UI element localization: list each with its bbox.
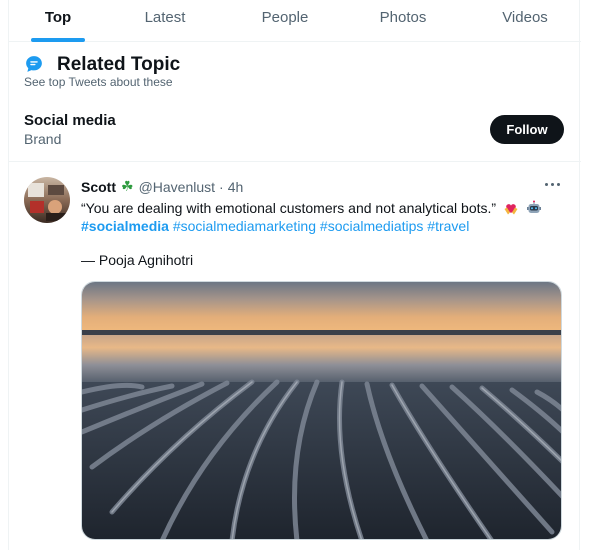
related-topic-title: Related Topic	[57, 54, 181, 75]
tab-top[interactable]: Top	[23, 0, 93, 42]
tweet-quote: “You are dealing with emotional customer…	[81, 200, 497, 216]
hashtag-link[interactable]: #socialmediatips	[320, 218, 424, 234]
hashtag-link[interactable]: #travel	[427, 218, 469, 234]
tab-label: Photos	[379, 8, 427, 26]
tab-label: Videos	[502, 8, 548, 26]
topic-row-social-media[interactable]: Social media Brand Follow	[9, 100, 581, 162]
topic-name[interactable]: Social media	[24, 112, 116, 129]
tweet-media-image[interactable]	[81, 281, 562, 540]
related-topic-header: Related Topic See top Tweets about these	[23, 52, 563, 92]
more-options-icon[interactable]	[545, 179, 563, 189]
hashtag-link[interactable]: #socialmediamarketing	[173, 218, 316, 234]
tweet-timestamp[interactable]: 4h	[228, 179, 244, 195]
heart-hands-icon	[504, 204, 518, 215]
tweet-header: Scott ☘ @Havenlust · 4h	[81, 178, 243, 195]
tab-people[interactable]: People	[245, 0, 325, 42]
quote-author: — Pooja Agnihotri	[81, 252, 194, 268]
tab-videos[interactable]: Videos	[485, 0, 565, 42]
topic-category: Brand	[24, 131, 62, 147]
related-topic-subtitle: See top Tweets about these	[24, 75, 173, 89]
follow-button[interactable]: Follow	[490, 115, 564, 144]
tab-label: People	[261, 8, 309, 26]
tab-latest[interactable]: Latest	[125, 0, 205, 42]
shamrock-icon: ☘	[121, 178, 134, 194]
robot-icon	[526, 200, 541, 213]
beach-sunset-image	[82, 282, 561, 539]
search-tabs: Top Latest People Photos Videos	[9, 0, 581, 42]
tweet[interactable]: Scott ☘ @Havenlust · 4h “You are dealing…	[9, 163, 581, 550]
hashtag-link[interactable]: #socialmedia	[81, 218, 169, 234]
tweet-text: “You are dealing with emotional customer…	[81, 198, 571, 218]
timeline-column: Top Latest People Photos Videos Related …	[8, 0, 581, 550]
active-tab-indicator	[31, 38, 85, 42]
hashtag-line: #socialmedia #socialmediamarketing #soci…	[81, 216, 571, 236]
avatar[interactable]	[24, 177, 70, 223]
separator-dot: ·	[219, 178, 224, 195]
tab-photos[interactable]: Photos	[363, 0, 443, 42]
tab-label: Top	[44, 8, 72, 26]
tab-label: Latest	[144, 8, 186, 26]
author-name[interactable]: Scott	[81, 179, 116, 195]
speech-bubble-icon	[26, 56, 42, 72]
author-handle[interactable]: @Havenlust	[139, 179, 215, 195]
